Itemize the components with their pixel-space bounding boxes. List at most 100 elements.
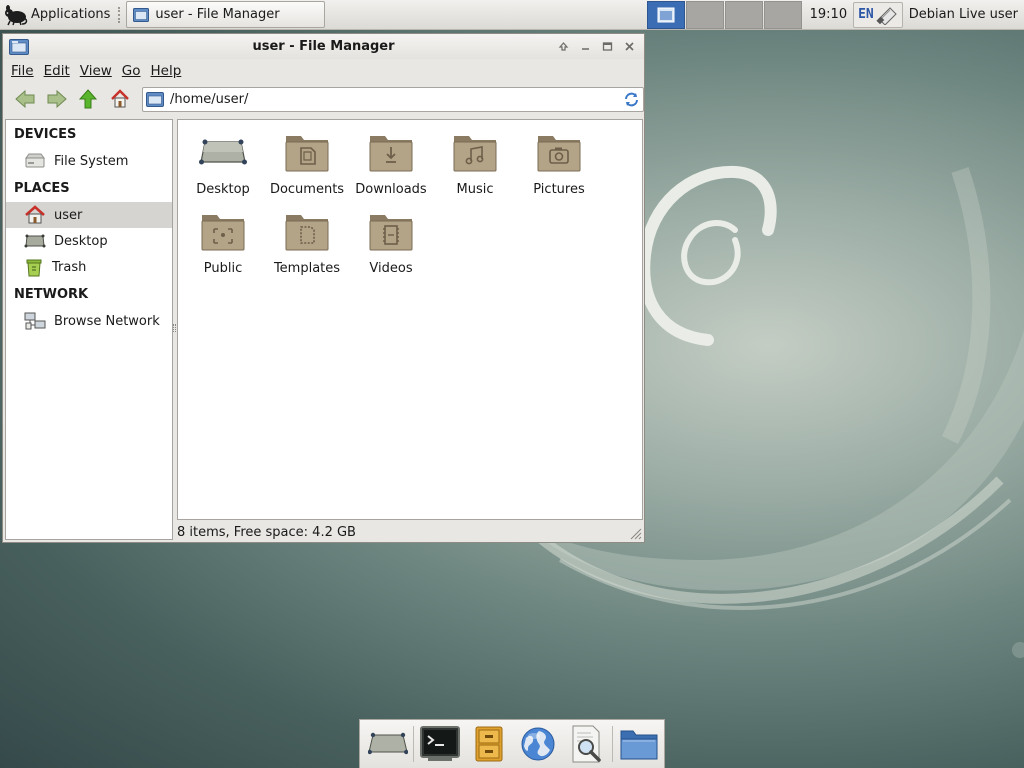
debian-swirl-logo xyxy=(638,165,777,346)
taskbar-window-button[interactable]: user - File Manager xyxy=(126,1,326,28)
file-item-public[interactable]: Public xyxy=(181,207,265,283)
file-manager-window: user - File Manager File Edit View Go He… xyxy=(2,33,645,543)
menu-help-label: Help xyxy=(150,63,182,79)
hard-drive-icon xyxy=(25,153,45,168)
applications-menu-button[interactable]: Applications xyxy=(0,0,116,30)
top-panel: Applications user - File Manager 19:10 E… xyxy=(0,0,1024,30)
sidebar: DEVICES File System PLACES user Desktop … xyxy=(5,119,173,540)
folder-music-icon xyxy=(449,128,501,176)
menu-edit[interactable]: Edit xyxy=(39,63,75,79)
sidebar-item-trash[interactable]: Trash xyxy=(6,254,172,280)
forward-button[interactable] xyxy=(41,85,73,113)
sidebar-item-user[interactable]: user xyxy=(6,202,172,228)
dock-separator xyxy=(612,726,613,762)
folder-public-icon xyxy=(197,207,249,255)
file-item-label: Videos xyxy=(369,261,413,276)
folder-location-icon xyxy=(146,92,164,107)
xfce-mouse-icon xyxy=(5,4,28,25)
menu-view-label: View xyxy=(79,63,112,79)
dock-file-cabinet[interactable] xyxy=(464,722,513,766)
home-button[interactable] xyxy=(104,85,136,113)
file-item-label: Music xyxy=(456,182,494,197)
folder-videos-icon xyxy=(365,207,417,255)
dock-search[interactable] xyxy=(562,722,611,766)
file-item-videos[interactable]: Videos xyxy=(349,207,433,283)
folder-pictures-icon xyxy=(533,128,585,176)
menu-view[interactable]: View xyxy=(75,63,117,79)
applications-label: Applications xyxy=(31,7,111,22)
arrow-right-icon xyxy=(47,90,67,108)
bottom-dock xyxy=(359,719,665,768)
location-bar[interactable]: /home/user/ xyxy=(142,86,645,112)
minimize-icon xyxy=(582,48,589,50)
menu-help[interactable]: Help xyxy=(146,63,187,79)
workspace-3[interactable] xyxy=(724,0,763,29)
file-item-label: Templates xyxy=(273,261,341,276)
shade-button[interactable] xyxy=(555,38,572,55)
dock-show-desktop[interactable] xyxy=(363,722,412,766)
file-item-music[interactable]: Music xyxy=(433,128,517,204)
keyboard-layout-label: EN xyxy=(858,7,874,22)
close-button[interactable] xyxy=(621,38,638,55)
maximize-button[interactable] xyxy=(599,38,616,55)
taskbar-window-title: user - File Manager xyxy=(155,7,280,22)
toolbar: /home/user/ xyxy=(3,83,645,115)
arrow-up-icon xyxy=(558,42,569,51)
folder-templates-icon xyxy=(281,207,333,255)
location-path: /home/user/ xyxy=(170,91,249,107)
panel-separator xyxy=(118,6,122,23)
minimize-button[interactable] xyxy=(577,38,594,55)
search-icon xyxy=(572,725,601,763)
parent-folder-button[interactable] xyxy=(73,85,105,113)
sidebar-item-label: Trash xyxy=(52,259,87,275)
file-item-pictures[interactable]: Pictures xyxy=(517,128,601,204)
refresh-icon[interactable] xyxy=(623,91,640,108)
pane-resize-handle[interactable] xyxy=(173,324,176,332)
sidebar-item-label: File System xyxy=(54,153,129,169)
window-titlebar[interactable]: user - File Manager xyxy=(3,34,644,59)
clock[interactable]: 19:10 xyxy=(802,7,853,22)
file-item-label: Public xyxy=(203,261,243,276)
folder-downloads-icon xyxy=(365,128,417,176)
sidebar-item-desktop[interactable]: Desktop xyxy=(6,228,172,254)
statusbar: 8 items, Free space: 4.2 GB xyxy=(177,522,356,542)
file-cabinet-icon xyxy=(475,726,502,762)
file-manager-small-icon xyxy=(133,8,150,22)
sidebar-heading-network: NETWORK xyxy=(14,287,89,302)
folder-icon xyxy=(620,730,657,760)
sidebar-item-label: Desktop xyxy=(54,233,108,249)
desktop-icon xyxy=(24,234,46,248)
dock-folder[interactable] xyxy=(614,722,663,766)
workspace-switcher xyxy=(646,0,802,29)
dock-web-browser[interactable] xyxy=(513,722,562,766)
workspace-4[interactable] xyxy=(763,0,802,29)
workspace-1[interactable] xyxy=(646,0,685,29)
file-item-documents[interactable]: Documents xyxy=(265,128,349,204)
menu-go[interactable]: Go xyxy=(117,63,146,79)
maximize-icon xyxy=(602,42,613,51)
file-item-desktop[interactable]: Desktop xyxy=(181,128,265,204)
file-item-label: Desktop xyxy=(196,182,250,197)
sidebar-item-file-system[interactable]: File System xyxy=(6,148,172,174)
window-controls xyxy=(555,38,638,55)
file-item-label: Downloads xyxy=(355,182,427,197)
resize-grip-icon[interactable] xyxy=(628,526,642,540)
sidebar-item-browse-network[interactable]: Browse Network xyxy=(6,308,172,334)
file-item-downloads[interactable]: Downloads xyxy=(349,128,433,204)
workspace-2[interactable] xyxy=(685,0,724,29)
back-button[interactable] xyxy=(9,85,41,113)
user-name-label[interactable]: Debian Live user xyxy=(903,7,1024,22)
file-item-label: Pictures xyxy=(533,182,585,197)
keyboard-layout-indicator[interactable]: EN xyxy=(853,1,903,28)
show-desktop-icon xyxy=(367,732,408,755)
menu-file[interactable]: File xyxy=(6,63,39,79)
arrow-up-icon xyxy=(79,89,98,109)
home-icon xyxy=(25,205,45,224)
menu-go-label: Go xyxy=(121,63,141,79)
desktop-icon xyxy=(197,128,249,176)
file-item-templates[interactable]: Templates xyxy=(265,207,349,283)
sidebar-heading-devices: DEVICES xyxy=(14,127,77,142)
menubar: File Edit View Go Help xyxy=(3,59,644,83)
dock-terminal[interactable] xyxy=(415,722,464,766)
home-icon xyxy=(111,89,129,108)
